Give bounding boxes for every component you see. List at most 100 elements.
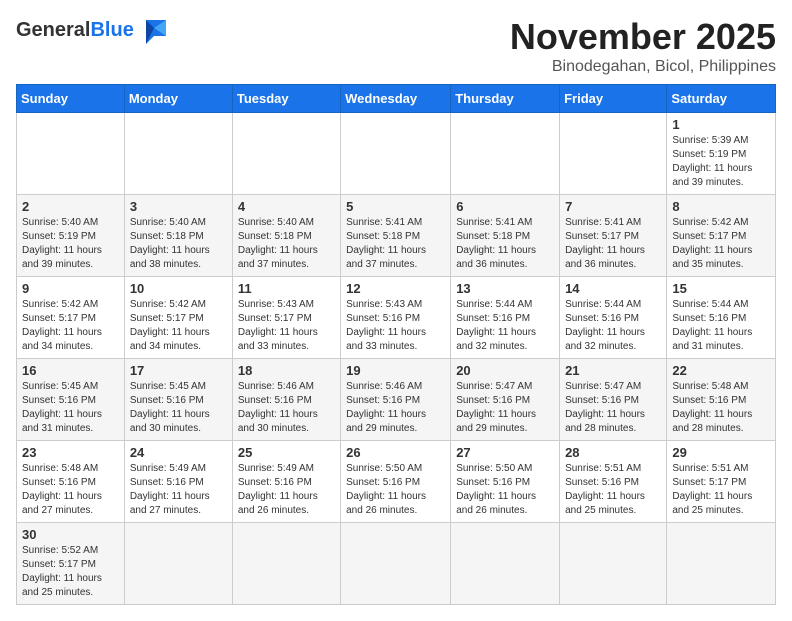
logo-icon <box>138 16 170 44</box>
calendar-cell: 2Sunrise: 5:40 AM Sunset: 5:19 PM Daylig… <box>17 195 125 277</box>
day-info: Sunrise: 5:43 AM Sunset: 5:17 PM Dayligh… <box>238 298 335 354</box>
calendar-week-row: 23 Sunrise: 5:48 AM Sunset: 5:16 PM Dayli… <box>17 441 776 523</box>
weekday-saturday: Saturday <box>667 85 776 113</box>
day-info: Sunrise: 5:46 AM Sunset: 5:16 PM Dayligh… <box>346 380 445 436</box>
calendar-week-row: 1 Sunrise: 5:39 AM Sunset: 5:19 PM Daylig… <box>17 113 776 195</box>
day-number: 1 <box>672 117 770 132</box>
day-number: 21 <box>565 363 661 378</box>
logo: GeneralBlue <box>16 16 170 44</box>
day-info: Sunrise: 5:42 AM Sunset: 5:17 PM Dayligh… <box>22 298 119 354</box>
day-info: Sunrise: 5:42 AM Sunset: 5:17 PM Dayligh… <box>130 298 227 354</box>
day-number: 28 <box>565 445 661 460</box>
day-number: 3 <box>130 199 227 214</box>
calendar-cell: 12 Sunrise: 5:43 AM Sunset: 5:16 PM Dayli… <box>341 277 451 359</box>
calendar-cell: 22Sunrise: 5:48 AM Sunset: 5:16 PM Dayli… <box>667 359 776 441</box>
day-info: Sunrise: 5:51 AM Sunset: 5:17 PM Dayligh… <box>672 462 770 518</box>
day-number: 4 <box>238 199 335 214</box>
weekday-row: SundayMondayTuesdayWednesdayThursdayFrid… <box>17 85 776 113</box>
weekday-sunday: Sunday <box>17 85 125 113</box>
day-info: Sunrise: 5:47 AM Sunset: 5:16 PM Dayligh… <box>456 380 554 436</box>
day-info: Sunrise: 5:40 AM Sunset: 5:18 PM Dayligh… <box>130 216 227 272</box>
day-number: 22 <box>672 363 770 378</box>
day-number: 19 <box>346 363 445 378</box>
day-info: Sunrise: 5:48 AM Sunset: 5:16 PM Dayligh… <box>22 462 119 518</box>
calendar-cell: 7 Sunrise: 5:41 AM Sunset: 5:17 PM Daylig… <box>560 195 667 277</box>
calendar-body: 1 Sunrise: 5:39 AM Sunset: 5:19 PM Daylig… <box>17 113 776 605</box>
header: GeneralBlue November 2025 Binodegahan, B… <box>16 16 776 76</box>
calendar-week-row: 9 Sunrise: 5:42 AM Sunset: 5:17 PM Daylig… <box>17 277 776 359</box>
calendar-cell: 20Sunrise: 5:47 AM Sunset: 5:16 PM Dayli… <box>451 359 560 441</box>
day-info: Sunrise: 5:42 AM Sunset: 5:17 PM Dayligh… <box>672 216 770 272</box>
day-info: Sunrise: 5:52 AM Sunset: 5:17 PM Dayligh… <box>22 544 119 600</box>
calendar-cell: 29Sunrise: 5:51 AM Sunset: 5:17 PM Dayli… <box>667 441 776 523</box>
calendar-cell: 9 Sunrise: 5:42 AM Sunset: 5:17 PM Daylig… <box>17 277 125 359</box>
day-info: Sunrise: 5:41 AM Sunset: 5:18 PM Dayligh… <box>346 216 445 272</box>
day-number: 14 <box>565 281 661 296</box>
day-info: Sunrise: 5:41 AM Sunset: 5:18 PM Dayligh… <box>456 216 554 272</box>
day-number: 30 <box>22 527 119 542</box>
calendar-cell: 18Sunrise: 5:46 AM Sunset: 5:16 PM Dayli… <box>232 359 340 441</box>
title-area: November 2025 Binodegahan, Bicol, Philip… <box>510 16 776 76</box>
month-title: November 2025 <box>510 16 776 58</box>
logo-blue-text: Blue <box>90 19 133 42</box>
day-info: Sunrise: 5:40 AM Sunset: 5:18 PM Dayligh… <box>238 216 335 272</box>
day-info: Sunrise: 5:44 AM Sunset: 5:16 PM Dayligh… <box>456 298 554 354</box>
day-number: 27 <box>456 445 554 460</box>
calendar-cell <box>667 523 776 605</box>
day-number: 16 <box>22 363 119 378</box>
logo-general-text: General <box>16 19 90 42</box>
day-number: 9 <box>22 281 119 296</box>
calendar-cell <box>17 113 125 195</box>
day-info: Sunrise: 5:50 AM Sunset: 5:16 PM Dayligh… <box>456 462 554 518</box>
day-number: 12 <box>346 281 445 296</box>
calendar-cell <box>560 113 667 195</box>
calendar-cell: 11Sunrise: 5:43 AM Sunset: 5:17 PM Dayli… <box>232 277 340 359</box>
calendar-cell: 5 Sunrise: 5:41 AM Sunset: 5:18 PM Daylig… <box>341 195 451 277</box>
day-number: 5 <box>346 199 445 214</box>
calendar-cell <box>124 113 232 195</box>
day-number: 6 <box>456 199 554 214</box>
day-number: 13 <box>456 281 554 296</box>
day-info: Sunrise: 5:51 AM Sunset: 5:16 PM Dayligh… <box>565 462 661 518</box>
day-info: Sunrise: 5:46 AM Sunset: 5:16 PM Dayligh… <box>238 380 335 436</box>
calendar-cell <box>341 523 451 605</box>
day-number: 23 <box>22 445 119 460</box>
calendar-table: SundayMondayTuesdayWednesdayThursdayFrid… <box>16 84 776 605</box>
day-number: 17 <box>130 363 227 378</box>
calendar-cell: 19 Sunrise: 5:46 AM Sunset: 5:16 PM Dayli… <box>341 359 451 441</box>
calendar-cell <box>451 523 560 605</box>
day-number: 24 <box>130 445 227 460</box>
day-info: Sunrise: 5:45 AM Sunset: 5:16 PM Dayligh… <box>22 380 119 436</box>
calendar-week-row: 2Sunrise: 5:40 AM Sunset: 5:19 PM Daylig… <box>17 195 776 277</box>
day-info: Sunrise: 5:44 AM Sunset: 5:16 PM Dayligh… <box>565 298 661 354</box>
weekday-monday: Monday <box>124 85 232 113</box>
calendar-cell <box>232 113 340 195</box>
calendar-cell: 23 Sunrise: 5:48 AM Sunset: 5:16 PM Dayli… <box>17 441 125 523</box>
day-info: Sunrise: 5:43 AM Sunset: 5:16 PM Dayligh… <box>346 298 445 354</box>
calendar-week-row: 30 Sunrise: 5:52 AM Sunset: 5:17 PM Dayli… <box>17 523 776 605</box>
calendar-cell <box>232 523 340 605</box>
calendar-cell <box>560 523 667 605</box>
weekday-wednesday: Wednesday <box>341 85 451 113</box>
day-info: Sunrise: 5:45 AM Sunset: 5:16 PM Dayligh… <box>130 380 227 436</box>
calendar-cell <box>451 113 560 195</box>
calendar-cell: 8Sunrise: 5:42 AM Sunset: 5:17 PM Daylig… <box>667 195 776 277</box>
day-info: Sunrise: 5:41 AM Sunset: 5:17 PM Dayligh… <box>565 216 661 272</box>
calendar-header: SundayMondayTuesdayWednesdayThursdayFrid… <box>17 85 776 113</box>
calendar-cell: 26Sunrise: 5:50 AM Sunset: 5:16 PM Dayli… <box>341 441 451 523</box>
calendar-cell: 21 Sunrise: 5:47 AM Sunset: 5:16 PM Dayli… <box>560 359 667 441</box>
weekday-tuesday: Tuesday <box>232 85 340 113</box>
day-info: Sunrise: 5:50 AM Sunset: 5:16 PM Dayligh… <box>346 462 445 518</box>
calendar-cell: 27 Sunrise: 5:50 AM Sunset: 5:16 PM Dayli… <box>451 441 560 523</box>
calendar-cell: 13 Sunrise: 5:44 AM Sunset: 5:16 PM Dayli… <box>451 277 560 359</box>
day-info: Sunrise: 5:47 AM Sunset: 5:16 PM Dayligh… <box>565 380 661 436</box>
calendar-cell <box>124 523 232 605</box>
calendar-cell: 28 Sunrise: 5:51 AM Sunset: 5:16 PM Dayli… <box>560 441 667 523</box>
calendar-cell: 1 Sunrise: 5:39 AM Sunset: 5:19 PM Daylig… <box>667 113 776 195</box>
day-number: 7 <box>565 199 661 214</box>
calendar-cell: 4 Sunrise: 5:40 AM Sunset: 5:18 PM Daylig… <box>232 195 340 277</box>
day-number: 25 <box>238 445 335 460</box>
calendar-cell: 16 Sunrise: 5:45 AM Sunset: 5:16 PM Dayli… <box>17 359 125 441</box>
day-info: Sunrise: 5:40 AM Sunset: 5:19 PM Dayligh… <box>22 216 119 272</box>
day-info: Sunrise: 5:39 AM Sunset: 5:19 PM Dayligh… <box>672 134 770 190</box>
